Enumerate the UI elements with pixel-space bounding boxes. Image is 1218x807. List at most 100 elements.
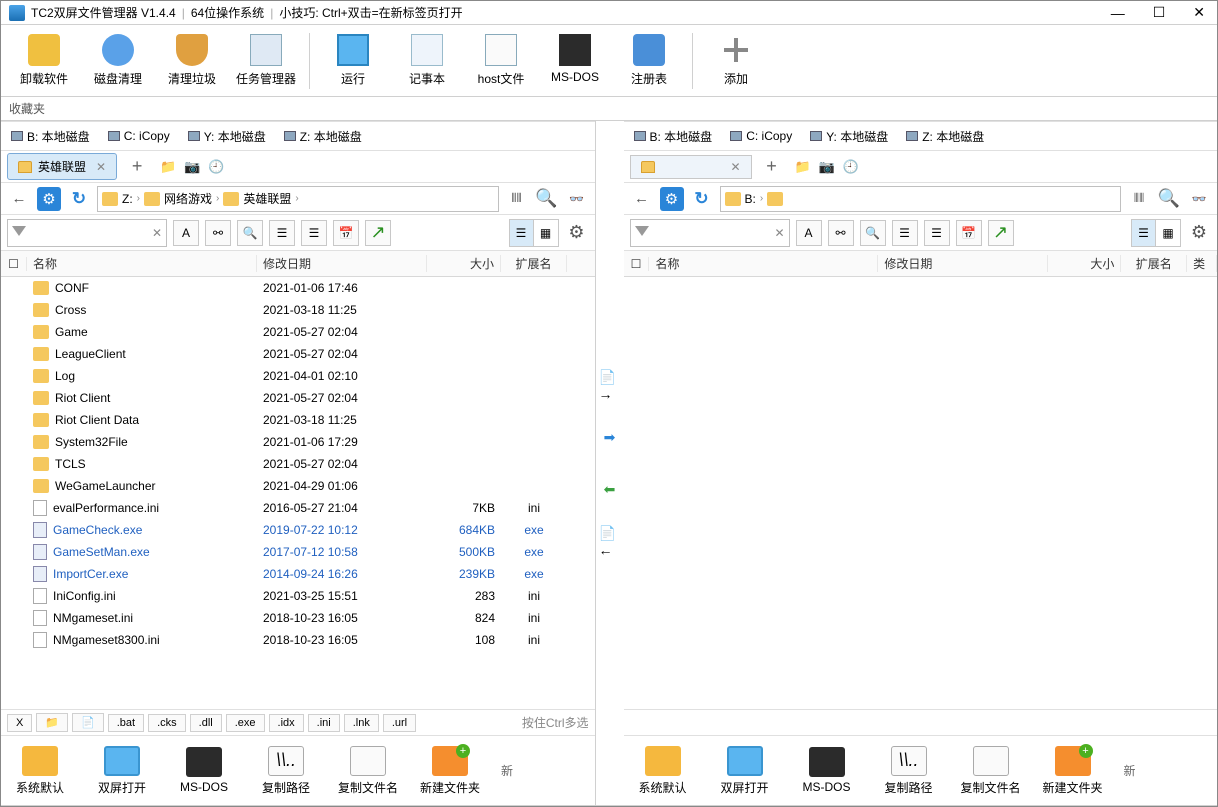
registry-button[interactable]: 注册表 — [618, 34, 680, 87]
tab-tool-2[interactable]: 📷 — [183, 158, 201, 176]
column-size-r[interactable]: 大小 — [1048, 255, 1122, 272]
view-tool-list1-r[interactable]: ☰ — [892, 220, 918, 246]
view-tool-zoom-r[interactable]: 🔍 — [860, 220, 886, 246]
drive-c-r[interactable]: C: iCopy — [730, 129, 792, 143]
dual-open-button-r[interactable]: 双屏打开 — [714, 746, 776, 796]
trash-clean-button[interactable]: 清理垃圾 — [161, 34, 223, 87]
clear-icon-r[interactable]: ✕ — [774, 226, 784, 240]
column-date-r[interactable]: 修改日期 — [878, 255, 1047, 272]
view-tool-link-r[interactable]: ⚯ — [828, 220, 854, 246]
gear-icon-r[interactable]: ⚙ — [1187, 221, 1211, 245]
view-tool-list2-r[interactable]: ☰ — [924, 220, 950, 246]
column-ext[interactable]: 扩展名 — [501, 255, 567, 272]
search-icon-r[interactable]: 🔍 — [1157, 187, 1181, 211]
file-row[interactable]: Riot Client Data 2021-03-18 11:25 — [1, 409, 595, 431]
view-details-icon-r[interactable]: ☰ — [1132, 220, 1156, 246]
uninstall-button[interactable]: 卸载软件 — [13, 34, 75, 87]
file-row[interactable]: System32File 2021-01-06 17:29 — [1, 431, 595, 453]
close-button[interactable]: ✕ — [1193, 4, 1205, 21]
disk-clean-button[interactable]: 磁盘清理 — [87, 34, 149, 87]
file-row[interactable]: evalPerformance.ini 2016-05-27 21:04 7KB… — [1, 497, 595, 519]
drive-b-r[interactable]: B: 本地磁盘 — [634, 128, 713, 145]
new-tab-button[interactable]: + — [127, 156, 147, 177]
sys-default-button-r[interactable]: 系统默认 — [632, 746, 694, 796]
hscrollbar-left[interactable] — [1, 691, 595, 709]
view-tool-list2[interactable]: ☰ — [301, 220, 327, 246]
column-size[interactable]: 大小 — [427, 255, 501, 272]
view-tool-font[interactable]: A — [173, 220, 199, 246]
hscrollbar-right[interactable] — [624, 691, 1218, 709]
file-row[interactable]: Riot Client 2021-05-27 02:04 — [1, 387, 595, 409]
view-tool-cal-r[interactable]: 📅 — [956, 220, 982, 246]
view-tool-font-r[interactable]: A — [796, 220, 822, 246]
copy-path-button-r[interactable]: \\..复制路径 — [878, 746, 940, 796]
view-tool-export-r[interactable]: ↗ — [988, 220, 1014, 246]
maximize-button[interactable]: ☐ — [1153, 4, 1166, 21]
tab-tool-1-r[interactable]: 📁 — [794, 158, 812, 176]
file-row[interactable]: NMgameset.ini 2018-10-23 16:05 824 ini — [1, 607, 595, 629]
filter-button[interactable]: .cks — [148, 714, 186, 732]
filter-button[interactable]: 📁 — [36, 713, 68, 732]
filter-button[interactable]: .url — [383, 714, 416, 732]
view-tool-cal[interactable]: 📅 — [333, 220, 359, 246]
file-row[interactable]: Cross 2021-03-18 11:25 — [1, 299, 595, 321]
more-actions-r[interactable]: 新 — [1124, 762, 1136, 779]
filter-button[interactable]: .idx — [269, 714, 304, 732]
binoculars-icon[interactable]: 👓 — [565, 187, 589, 211]
copy-right-button[interactable]: 📄→ — [599, 374, 621, 396]
view-tool-list1[interactable]: ☰ — [269, 220, 295, 246]
more-actions[interactable]: 新 — [501, 762, 513, 779]
file-list-right[interactable] — [624, 277, 1218, 691]
tab-tool-2-r[interactable]: 📷 — [818, 158, 836, 176]
view-tool-zoom[interactable]: 🔍 — [237, 220, 263, 246]
task-manager-button[interactable]: 任务管理器 — [235, 34, 297, 87]
file-row[interactable]: GameCheck.exe 2019-07-22 10:12 684KB exe — [1, 519, 595, 541]
column-name-r[interactable]: 名称 — [649, 255, 878, 272]
filter-button[interactable]: .ini — [308, 714, 340, 732]
column-date[interactable]: 修改日期 — [257, 255, 427, 272]
filter-button[interactable]: .exe — [226, 714, 265, 732]
view-details-icon[interactable]: ☰ — [510, 220, 534, 246]
tab-tool-1[interactable]: 📁 — [159, 158, 177, 176]
hosts-button[interactable]: host文件 — [470, 34, 532, 87]
copy-name-button[interactable]: 复制文件名 — [337, 746, 399, 796]
favorites-bar[interactable]: 收藏夹 — [1, 97, 1217, 121]
copy-name-button-r[interactable]: 复制文件名 — [960, 746, 1022, 796]
view-mode-buttons[interactable]: ☰ ▦ — [509, 219, 559, 247]
msdos-button[interactable]: MS-DOS — [544, 34, 606, 87]
tab-close-icon[interactable]: ✕ — [731, 160, 741, 174]
back-button[interactable]: ← — [7, 187, 31, 211]
drive-b[interactable]: B: 本地磁盘 — [11, 128, 90, 145]
filter-button[interactable]: .lnk — [344, 714, 379, 732]
gear-icon[interactable]: ⚙ — [565, 221, 589, 245]
barcode-icon[interactable]: ⦀⦀ — [505, 187, 529, 211]
file-row[interactable]: IniConfig.ini 2021-03-25 15:51 283 ini — [1, 585, 595, 607]
file-row[interactable]: NMgameset8300.ini 2018-10-23 16:05 108 i… — [1, 629, 595, 651]
view-tiles-icon-r[interactable]: ▦ — [1156, 220, 1180, 246]
breadcrumb-right[interactable]: B:› — [720, 186, 1122, 212]
filter-input-r[interactable]: ✕ — [630, 219, 790, 247]
file-row[interactable]: Game 2021-05-27 02:04 — [1, 321, 595, 343]
move-left-button[interactable]: ⬅ — [599, 478, 621, 500]
new-folder-button-r[interactable]: 新建文件夹 — [1042, 746, 1104, 796]
file-row[interactable]: WeGameLauncher 2021-04-29 01:06 — [1, 475, 595, 497]
binoculars-icon-r[interactable]: 👓 — [1187, 187, 1211, 211]
filter-button[interactable]: 📄 — [72, 713, 104, 732]
tab-active-left[interactable]: 英雄联盟✕ — [7, 153, 117, 180]
notepad-button[interactable]: 记事本 — [396, 34, 458, 87]
view-tool-link[interactable]: ⚯ — [205, 220, 231, 246]
filter-button[interactable]: X — [7, 714, 32, 732]
file-row[interactable]: ImportCer.exe 2014-09-24 16:26 239KB exe — [1, 563, 595, 585]
filter-button[interactable]: .bat — [108, 714, 144, 732]
move-right-button[interactable]: ➡ — [599, 426, 621, 448]
breadcrumb-left[interactable]: Z:› 网络游戏› 英雄联盟› — [97, 186, 499, 212]
back-button-r[interactable]: ← — [630, 187, 654, 211]
minimize-button[interactable]: — — [1111, 5, 1125, 21]
search-icon[interactable]: 🔍 — [535, 187, 559, 211]
add-tool-button[interactable]: 添加 — [705, 34, 767, 87]
file-row[interactable]: GameSetMan.exe 2017-07-12 10:58 500KB ex… — [1, 541, 595, 563]
drive-c[interactable]: C: iCopy — [108, 129, 170, 143]
dual-open-button[interactable]: 双屏打开 — [91, 746, 153, 796]
file-row[interactable]: Log 2021-04-01 02:10 — [1, 365, 595, 387]
refresh-button-r[interactable]: ↻ — [690, 187, 714, 211]
